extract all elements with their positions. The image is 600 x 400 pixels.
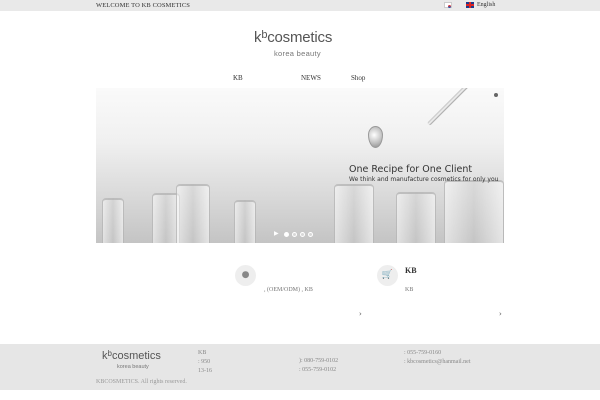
slider-dot[interactable] (300, 232, 305, 237)
footer-phones: ): 080-759-0102 : 055-759-0102 (299, 357, 338, 375)
logo-tagline: korea beauty (274, 49, 321, 58)
test-tube-image (444, 180, 504, 243)
feature-user-icon: ● (235, 265, 256, 286)
cart-icon: 🛒 (381, 270, 394, 280)
main-nav: KB NEWS Shop (0, 72, 600, 84)
language-english-link[interactable]: English (477, 0, 495, 11)
footer-fax: : 055-759-0160 (404, 350, 442, 356)
dropper-image (426, 88, 471, 126)
footer-email[interactable]: : kbcosmetics@hanmail.net (404, 358, 471, 367)
top-bar: WELCOME TO KB COSMETICS English (0, 0, 600, 11)
site-logo[interactable]: kbcosmetics korea beauty (254, 29, 349, 62)
slider-dot[interactable] (284, 232, 289, 237)
nav-item-shop[interactable]: Shop (351, 74, 365, 82)
test-tube-image (102, 198, 124, 243)
footer-address-line: 13-16 (198, 368, 212, 374)
hero-title: One Recipe for One Client (349, 164, 473, 175)
uk-flag-icon[interactable] (466, 2, 474, 8)
hero-slider[interactable]: One Recipe for One Client We think and m… (96, 88, 504, 243)
footer-logo[interactable]: kbcosmetics korea beauty (102, 349, 182, 370)
test-tube-image (334, 184, 374, 243)
slider-pause-button[interactable] (494, 93, 498, 97)
footer-company: KB (198, 350, 207, 356)
footer-phone: ): 080-759-0102 (299, 358, 339, 364)
slider-play-icon[interactable]: ▶ (274, 230, 279, 237)
footer: kbcosmetics korea beauty KB : 950 13-16 … (0, 344, 600, 390)
feature-more-arrow[interactable]: › (359, 310, 362, 318)
footer-contact: : 055-759-0160 : kbcosmetics@hanmail.net (404, 349, 471, 367)
test-tube-image (234, 200, 256, 243)
footer-logo-tagline: korea beauty (117, 364, 149, 370)
logo-wordmark: kbcosmetics (254, 29, 333, 46)
feature-title: KB (405, 266, 417, 275)
welcome-text: WELCOME TO KB COSMETICS (96, 2, 190, 9)
nav-item-news[interactable]: NEWS (301, 74, 321, 82)
korea-flag-icon[interactable] (444, 2, 452, 8)
feature-text: KB (405, 287, 414, 293)
drop-image (368, 126, 383, 148)
test-tube-image (396, 192, 436, 243)
footer-address: KB : 950 13-16 (198, 349, 212, 376)
footer-phone: : 055-759-0102 (299, 367, 337, 373)
feature-text: , (OEM/ODM) , KB (264, 287, 313, 293)
feature-cart-icon: 🛒 (377, 265, 398, 286)
nav-item-kb[interactable]: KB (233, 74, 243, 82)
slider-dot[interactable] (308, 232, 313, 237)
slider-dot[interactable] (292, 232, 297, 237)
test-tube-image (176, 184, 210, 243)
copyright-text: KBCOSMETICS. All rights reserved. (96, 379, 187, 385)
user-icon: ● (241, 270, 250, 280)
footer-logo-wordmark: kbcosmetics (102, 349, 161, 362)
hero-subtitle: We think and manufacture cosmetics for o… (349, 176, 499, 183)
footer-address-line: : 950 (198, 359, 211, 365)
feature-more-arrow[interactable]: › (499, 310, 502, 318)
